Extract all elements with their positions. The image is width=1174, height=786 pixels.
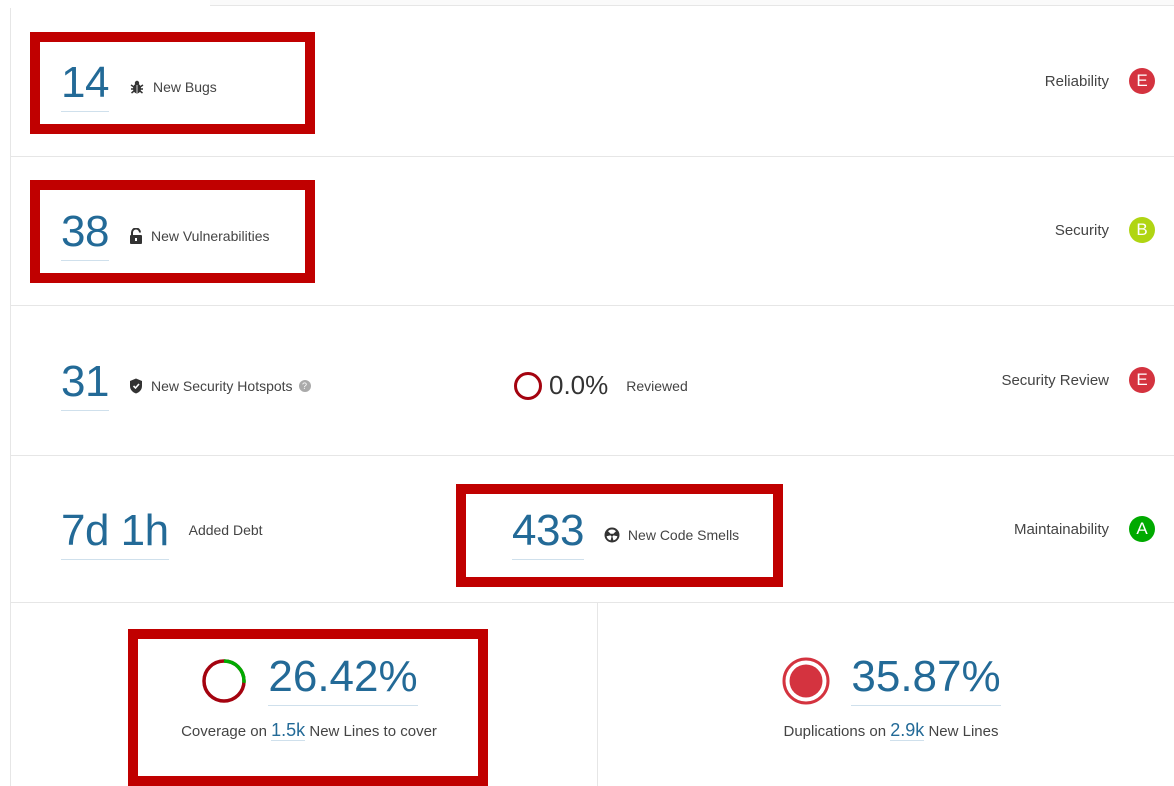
duplications-block: 35.87% Duplications on 2.9k New Lines bbox=[731, 655, 1051, 741]
reviewed-donut-icon bbox=[514, 371, 542, 400]
new-hotspots-text: New Security Hotspots bbox=[150, 377, 293, 394]
duplications-caption-suffix: New Lines bbox=[928, 723, 999, 740]
security-rating: Security B bbox=[1055, 217, 1155, 243]
maintainability-rating: Maintainability A bbox=[1014, 516, 1155, 542]
new-hotspots-label: New Security Hotspots ? bbox=[129, 378, 311, 394]
reviewed-value[interactable]: 0.0% bbox=[549, 370, 608, 401]
added-debt-value[interactable]: 7d 1h bbox=[61, 509, 169, 560]
security-review-rating-badge[interactable]: E bbox=[1129, 367, 1155, 393]
added-debt-label: Added Debt bbox=[188, 521, 263, 538]
reviewed-label: Reviewed bbox=[626, 377, 688, 394]
maintainability-label: Maintainability bbox=[1013, 520, 1109, 538]
highlight-box-coverage bbox=[128, 629, 488, 786]
duplications-caption-prefix: Duplications on bbox=[783, 723, 887, 740]
security-review-row: 31 New Security Hotspots ? 0.0% Reviewed… bbox=[11, 306, 1174, 456]
reliability-label: Reliability bbox=[1044, 72, 1109, 90]
highlight-box-vulnerabilities bbox=[30, 180, 315, 283]
duplications-value[interactable]: 35.87% bbox=[851, 655, 1001, 706]
duplications-bubble-icon bbox=[782, 657, 830, 704]
top-tab-bar bbox=[0, 0, 1174, 8]
security-label: Security bbox=[1054, 221, 1109, 239]
security-review-label: Security Review bbox=[1001, 371, 1109, 389]
duplications-value-row: 35.87% bbox=[781, 655, 1001, 706]
debt-metric: 7d 1h Added Debt bbox=[61, 509, 263, 560]
duplications-lines-link[interactable]: 2.9k bbox=[890, 720, 925, 741]
column-divider bbox=[597, 603, 598, 786]
help-icon[interactable]: ? bbox=[298, 379, 311, 392]
reliability-rating: Reliability E bbox=[1045, 68, 1155, 94]
maintainability-rating-badge[interactable]: A bbox=[1129, 516, 1155, 542]
new-hotspots-value[interactable]: 31 bbox=[61, 360, 109, 411]
security-rating-badge[interactable]: B bbox=[1129, 217, 1155, 243]
shield-icon bbox=[129, 378, 142, 393]
reviewed-metric: 0.0% Reviewed bbox=[513, 370, 688, 401]
duplications-caption: Duplications on 2.9k New Lines bbox=[783, 720, 999, 741]
highlight-box-code-smells bbox=[456, 484, 783, 587]
hotspots-metric: 31 New Security Hotspots ? bbox=[61, 360, 311, 411]
highlight-box-bugs bbox=[30, 32, 315, 134]
security-review-rating: Security Review E bbox=[1001, 367, 1155, 393]
reliability-rating-badge[interactable]: E bbox=[1129, 68, 1155, 94]
tab-strip bbox=[210, 0, 1174, 6]
